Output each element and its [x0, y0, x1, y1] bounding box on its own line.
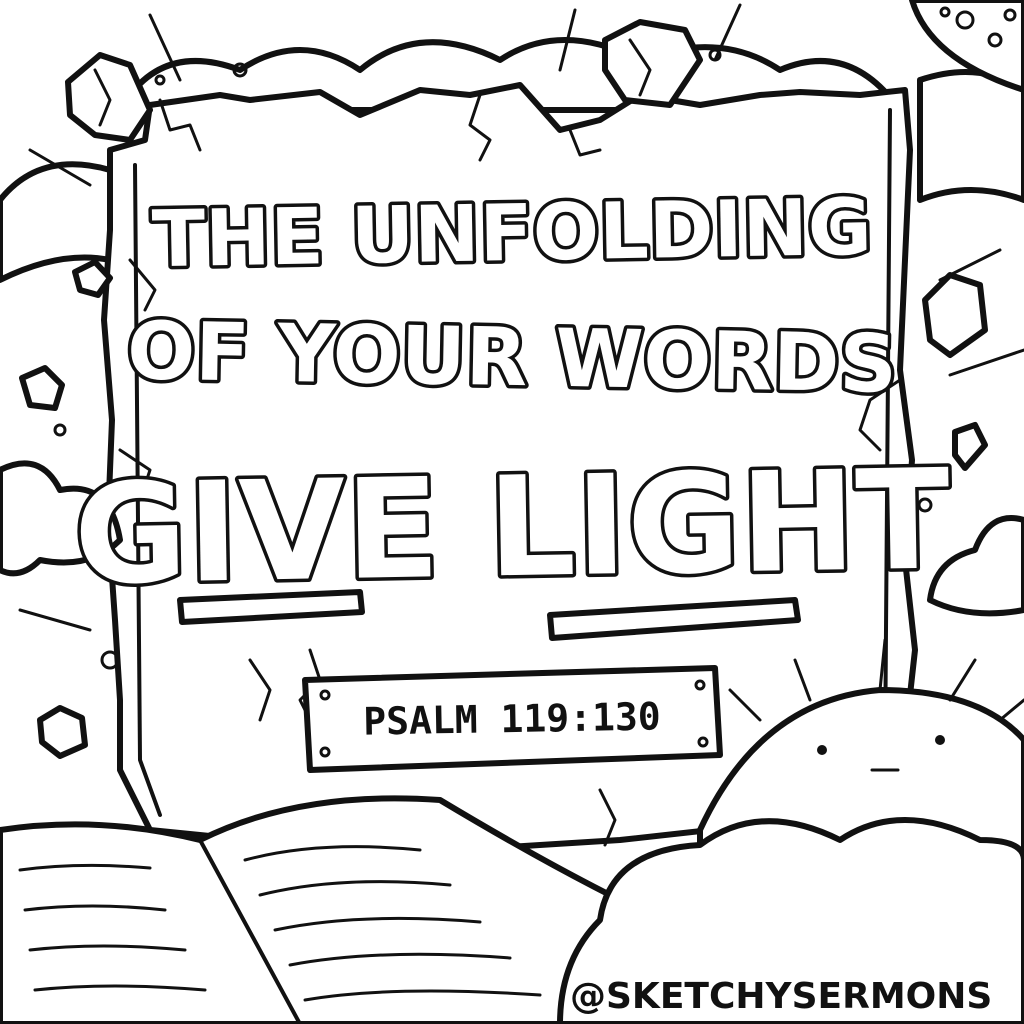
- illustration: THE UNFOLDING OF YOUR WORDS GIVE LIGHT P…: [0, 0, 1024, 1024]
- credit-handle: @SKETCHYSERMONS: [570, 976, 992, 1017]
- title-line-1: THE UNFOLDING: [151, 183, 872, 286]
- title-line-3: GIVE LIGHT: [73, 439, 952, 615]
- reference-plaque: PSALM 119:130: [302, 665, 723, 773]
- title-line-2: OF YOUR WORDS: [126, 304, 897, 410]
- reference-text: PSALM 119:130: [363, 694, 661, 743]
